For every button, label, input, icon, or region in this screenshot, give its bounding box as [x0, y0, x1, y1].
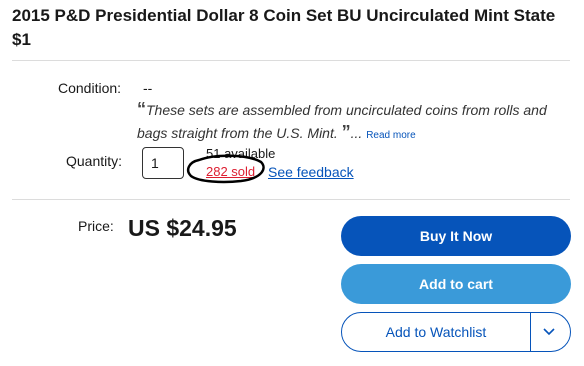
quantity-input[interactable]: [142, 147, 184, 179]
condition-label: Condition:: [58, 80, 122, 96]
add-to-watchlist-button[interactable]: Add to Watchlist: [341, 312, 571, 352]
add-to-cart-button[interactable]: Add to cart: [341, 264, 571, 304]
watchlist-dropdown-separator: [530, 313, 531, 351]
add-to-cart-label: Add to cart: [419, 276, 493, 292]
chevron-down-icon[interactable]: [542, 326, 556, 338]
price-value: US $24.95: [128, 215, 237, 241]
buy-it-now-button[interactable]: Buy It Now: [341, 216, 571, 256]
hand-drawn-circle-annotation: [187, 154, 265, 184]
close-quote-mark: ”: [341, 122, 351, 142]
condition-description: “These sets are assembled from uncircula…: [137, 98, 567, 147]
see-feedback-link[interactable]: See feedback: [268, 164, 354, 180]
add-to-watchlist-label: Add to Watchlist: [385, 324, 487, 340]
buy-it-now-label: Buy It Now: [419, 228, 493, 244]
open-quote-mark: “: [137, 99, 146, 119]
read-more-link[interactable]: Read more: [366, 130, 415, 141]
top-divider: [12, 60, 570, 61]
ellipsis: ...: [350, 125, 363, 141]
middle-divider: [12, 199, 570, 200]
quantity-label: Quantity:: [66, 153, 123, 169]
listing-title: 2015 P&D Presidential Dollar 8 Coin Set …: [12, 6, 556, 49]
price-label: Price:: [78, 218, 114, 234]
condition-value: --: [143, 80, 153, 96]
